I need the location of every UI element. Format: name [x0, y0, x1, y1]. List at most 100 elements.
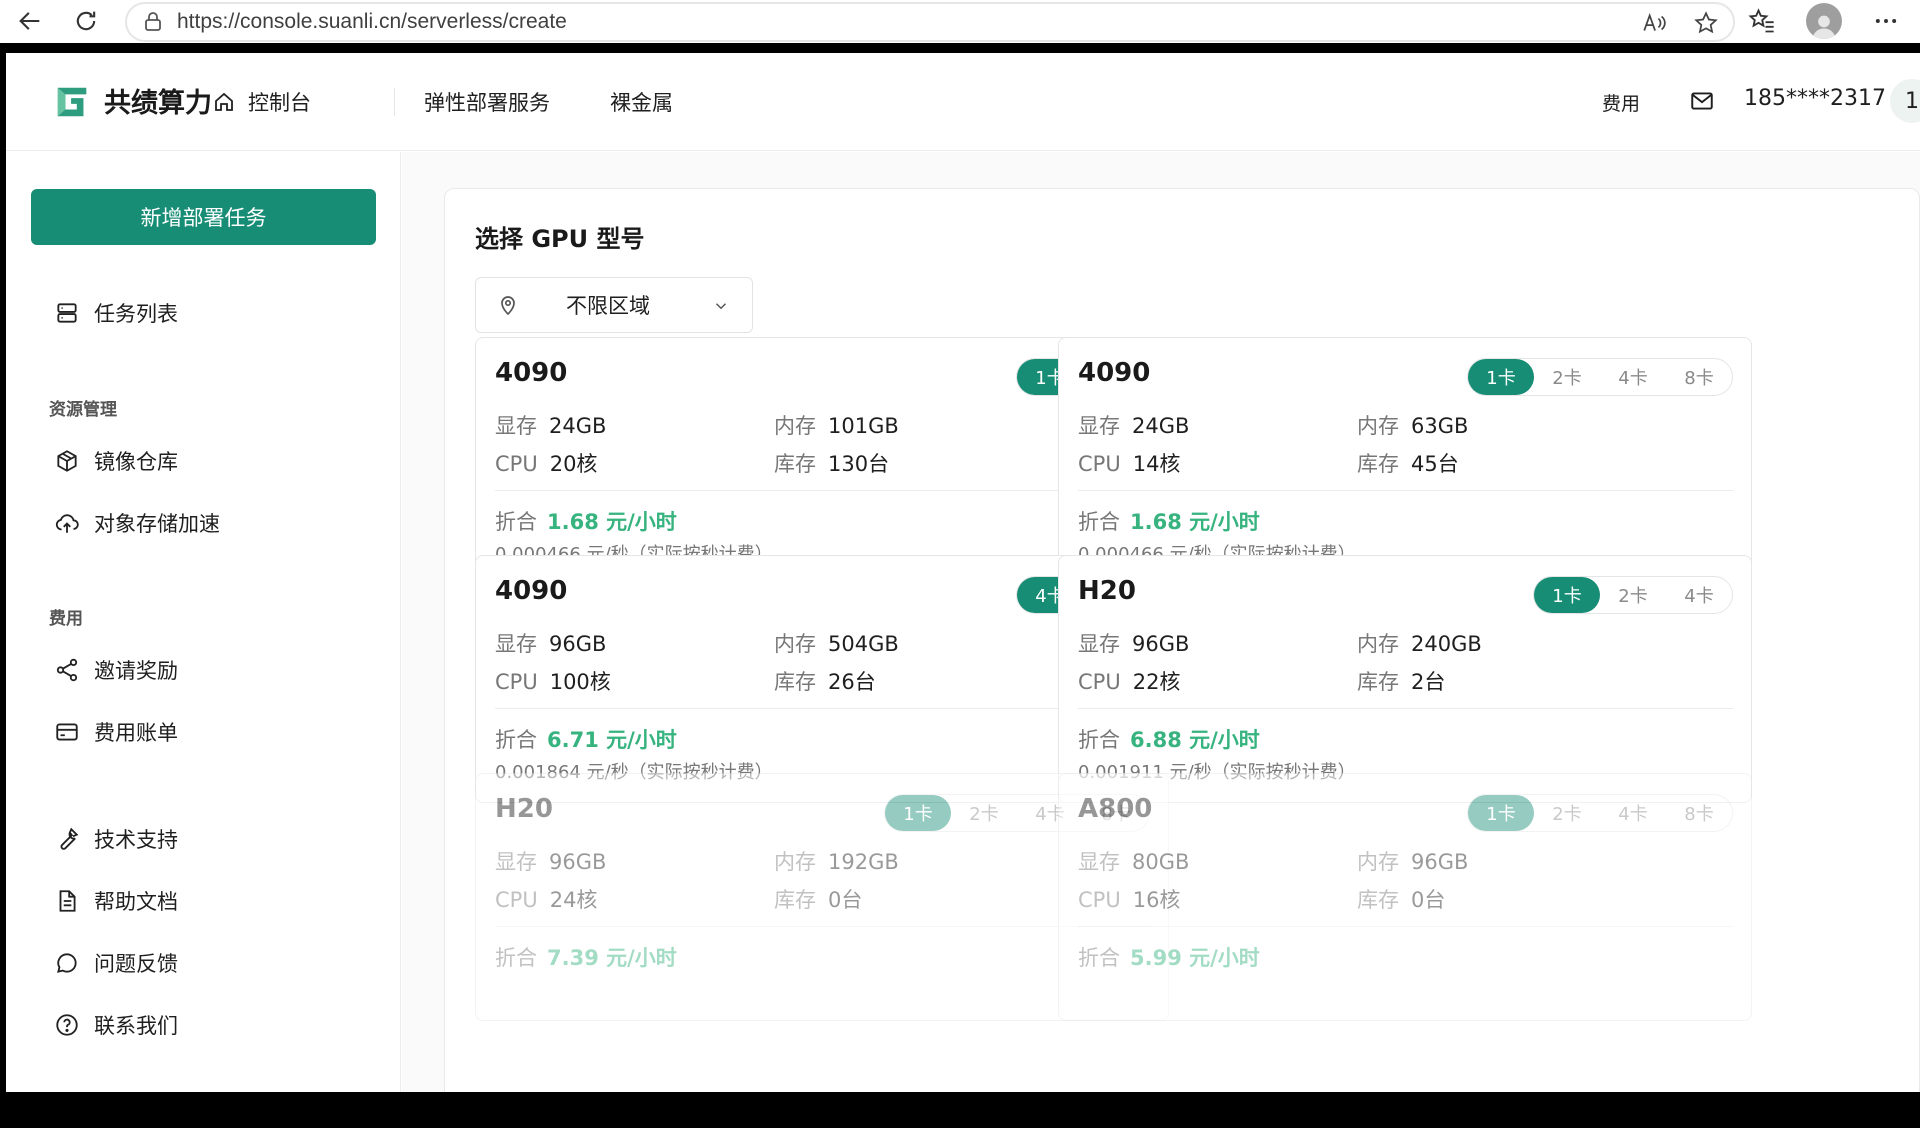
spec-label: 显存	[1078, 632, 1120, 656]
price-label: 折合	[1078, 510, 1120, 534]
spec-value: 14核	[1132, 452, 1181, 476]
card-count-option[interactable]: 8卡	[1666, 795, 1732, 831]
nav-console[interactable]: 控制台	[212, 87, 311, 117]
card-count-option[interactable]: 2卡	[1534, 795, 1600, 831]
spec-stock: 库存 0台	[774, 884, 862, 914]
lock-icon[interactable]	[141, 10, 165, 34]
card-count-option[interactable]: 1卡	[1468, 359, 1534, 395]
price-label: 折合	[495, 728, 537, 752]
sidebar-item-bill[interactable]: 费用账单	[54, 717, 178, 747]
spec-label: 显存	[495, 850, 537, 874]
spec-value: 24GB	[1132, 414, 1190, 438]
spec-value: 0台	[828, 888, 863, 912]
cloud-upload-icon	[55, 514, 79, 533]
sidebar-item-support[interactable]: 技术支持	[54, 824, 178, 854]
price-value: 6.71 元/小时	[547, 728, 677, 752]
spec-vram: 显存 96GB	[495, 628, 606, 658]
spec-vram: 显存 24GB	[1078, 410, 1189, 440]
sidebar-item-storage-accel[interactable]: 对象存储加速	[54, 508, 220, 538]
spec-memory: 内存 101GB	[774, 410, 899, 440]
read-aloud-icon[interactable]	[1641, 10, 1667, 36]
card-count-option[interactable]: 2卡	[1534, 359, 1600, 395]
spec-value: 192GB	[828, 850, 899, 874]
card-count-selector[interactable]: 1卡 2卡 4卡 8卡	[1467, 794, 1733, 832]
sidebar-item-task-list[interactable]: 任务列表	[54, 298, 178, 328]
url-text[interactable]: https://console.suanli.cn/serverless/cre…	[177, 10, 567, 34]
region-select[interactable]: 不限区域	[475, 277, 753, 419]
group-title-fee: 费用	[49, 609, 83, 629]
profile-avatar-icon[interactable]	[1806, 3, 1842, 39]
gpu-model-name: H20	[495, 794, 553, 824]
sidebar-item-docs[interactable]: 帮助文档	[54, 886, 178, 916]
spec-label: 库存	[1357, 452, 1399, 476]
user-phone[interactable]: 185****2317	[1744, 86, 1886, 111]
price-value: 6.88 元/小时	[1130, 728, 1260, 752]
card-divider	[495, 926, 1150, 927]
spec-label: 内存	[774, 632, 816, 656]
location-pin-icon	[501, 296, 515, 316]
sidebar-item-label: 邀请奖励	[94, 659, 178, 683]
favorites-icon[interactable]	[1748, 7, 1776, 35]
sidebar-item-image-repo[interactable]: 镜像仓库	[54, 446, 178, 476]
nav-bare-metal-label: 裸金属	[610, 91, 673, 115]
more-menu-icon[interactable]	[1872, 7, 1900, 35]
gpu-card[interactable]: A800 1卡 2卡 4卡 8卡 显存 80GB 内存 96GB CPU 16核 库存 0台 …	[1058, 773, 1752, 1021]
card-divider	[1078, 490, 1733, 491]
spec-label: 内存	[774, 850, 816, 874]
spec-label: CPU	[1078, 888, 1121, 912]
favorite-star-icon[interactable]	[1693, 10, 1719, 36]
sidebar-item-label: 联系我们	[94, 1014, 178, 1038]
sidebar-item-contact[interactable]: 联系我们	[54, 1010, 178, 1040]
card-count-selector[interactable]: 1卡 2卡 4卡 8卡	[1467, 358, 1733, 396]
price-label: 折合	[495, 510, 537, 534]
card-count-option[interactable]: 1卡	[885, 795, 951, 831]
spec-value: 96GB	[549, 632, 607, 656]
share-icon	[56, 658, 78, 682]
card-count-selector[interactable]: 1卡 2卡 4卡	[1533, 576, 1733, 614]
spec-value: 2台	[1411, 670, 1446, 694]
spec-memory: 内存 504GB	[774, 628, 899, 658]
refresh-icon[interactable]	[66, 1, 106, 41]
cube-icon	[57, 450, 77, 472]
user-avatar[interactable]: 1	[1890, 79, 1920, 123]
card-count-option[interactable]: 4卡	[1600, 359, 1666, 395]
card-count-option[interactable]: 2卡	[1600, 577, 1666, 613]
card-count-option[interactable]: 8卡	[1666, 359, 1732, 395]
card-count-option[interactable]: 4卡	[1600, 795, 1666, 831]
nav-console-label: 控制台	[248, 91, 311, 115]
new-deploy-task-button[interactable]: 新增部署任务	[31, 189, 376, 245]
spec-label: 显存	[1078, 850, 1120, 874]
mail-icon[interactable]	[1689, 88, 1715, 114]
card-count-option[interactable]: 1卡	[1468, 795, 1534, 831]
spec-value: 100核	[549, 670, 611, 694]
nav-fee[interactable]: 费用	[1602, 89, 1640, 116]
region-value: 不限区域	[566, 294, 650, 318]
spec-stock: 库存 45台	[1357, 448, 1459, 478]
nav-elastic-deploy[interactable]: 弹性部署服务	[424, 87, 550, 117]
spec-label: 显存	[495, 414, 537, 438]
card-count-option[interactable]: 1卡	[1534, 577, 1600, 613]
spec-label: CPU	[1078, 452, 1121, 476]
price-per-hour: 折合 5.99 元/小时	[1078, 942, 1260, 972]
gpu-card[interactable]: 4090 1卡 2卡 4卡 8卡 显存 24GB 内存 63GB CPU 14核 库存 45台…	[1058, 337, 1752, 585]
card-count-option[interactable]: 4卡	[1666, 577, 1732, 613]
spec-label: 内存	[1357, 414, 1399, 438]
price-per-hour: 折合 1.68 元/小时	[1078, 506, 1260, 536]
back-icon[interactable]	[10, 1, 50, 41]
card-divider	[1078, 926, 1733, 927]
nav-bare-metal[interactable]: 裸金属	[610, 87, 673, 117]
price-label: 折合	[1078, 946, 1120, 970]
spec-value: 20核	[549, 452, 598, 476]
page-title: 选择 GPU 型号	[475, 225, 645, 253]
spec-value: 16核	[1132, 888, 1181, 912]
sidebar-item-invite[interactable]: 邀请奖励	[54, 655, 178, 685]
wrench-icon	[60, 827, 79, 850]
address-bar[interactable]: https://console.suanli.cn/serverless/cre…	[125, 2, 1735, 42]
gpu-card[interactable]: H20 1卡 2卡 4卡 显存 96GB 内存 240GB CPU 22核 库存 2台 折合…	[1058, 555, 1752, 803]
spec-cpu: CPU 20核	[495, 448, 597, 478]
sidebar-item-feedback[interactable]: 问题反馈	[54, 948, 178, 978]
brand-logo[interactable]: 共绩算力	[54, 81, 212, 120]
price-label: 折合	[1078, 728, 1120, 752]
card-count-option[interactable]: 2卡	[951, 795, 1017, 831]
card-divider	[495, 708, 1150, 709]
